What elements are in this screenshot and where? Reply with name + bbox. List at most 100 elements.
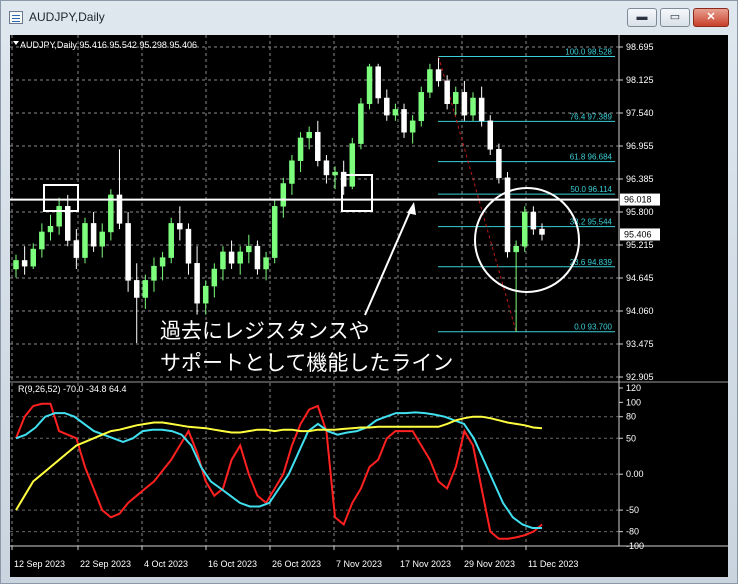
candle-body — [487, 120, 494, 150]
title-bar[interactable]: AUDJPY,Daily ▬ ▭ ✕ — [1, 1, 737, 35]
candle-body — [461, 92, 468, 116]
annotation-text-line1: 過去にレジスタンスや — [160, 319, 370, 343]
candle-body — [444, 80, 450, 104]
candle-body — [133, 280, 140, 298]
grid — [10, 35, 619, 546]
candle-body — [453, 92, 459, 104]
price-highlight-label: 95.406 — [624, 229, 652, 239]
minimize-button[interactable]: ▬ — [627, 8, 657, 27]
chart-menu-icon — [13, 41, 19, 45]
candle-body — [159, 257, 166, 267]
indicator-tick-label: 80 — [626, 412, 636, 422]
candle-body — [315, 131, 321, 161]
candle-body — [271, 206, 278, 258]
candle-body — [470, 97, 476, 116]
date-tick-label: 16 Oct 2023 — [208, 559, 257, 569]
date-tick-label: 11 Dec 2023 — [528, 559, 578, 569]
candle-body — [237, 251, 243, 264]
indicator-label: R(9,26,52) -70.0 -34.8 64.4 — [18, 384, 127, 394]
maximize-button[interactable]: ▭ — [660, 8, 690, 27]
candle-body — [177, 223, 183, 230]
candle-body — [332, 171, 338, 176]
indicator-tick-label: 50 — [626, 433, 636, 443]
candle-body — [349, 143, 356, 187]
candle-body — [263, 257, 269, 270]
candle-body — [289, 160, 295, 184]
candle-body — [384, 97, 390, 116]
price-tick-label: 92.905 — [626, 372, 654, 382]
indicator-tick-label: 0.00 — [626, 469, 644, 479]
chart-header: AUDJPY,Daily 95.416 95.542 95.298 95.406 — [20, 40, 197, 50]
close-button[interactable]: ✕ — [693, 8, 729, 27]
chart-area[interactable]: 100.0 98.528 76.4 97.389 61.8 96.684 50.0 9… — [10, 35, 728, 577]
candle-body — [435, 69, 442, 82]
candle-body — [375, 66, 381, 99]
candle-body — [56, 206, 62, 227]
price-chart-svg[interactable]: 100.0 98.528 76.4 97.389 61.8 96.684 50.0 9… — [10, 35, 728, 577]
candle-body — [478, 97, 485, 122]
pointer-arrow-line — [364, 206, 413, 316]
candle-body — [539, 228, 545, 235]
price-tick-label: 96.385 — [626, 174, 654, 184]
price-tick-label: 95.800 — [626, 207, 654, 217]
candle-body — [168, 223, 174, 258]
indicator-tick-label: -80 — [626, 527, 639, 537]
indicator-panel — [10, 381, 728, 540]
date-tick-label: 7 Nov 2023 — [336, 559, 382, 569]
candle-body — [504, 177, 511, 253]
price-tick-label: 94.645 — [626, 273, 654, 283]
candle-body — [306, 131, 312, 139]
candle-body — [323, 160, 330, 176]
date-tick-label: 4 Oct 2023 — [144, 559, 188, 569]
chart-window: AUDJPY,Daily ▬ ▭ ✕ 100.0 98.528 76.4 97.3… — [0, 0, 738, 584]
price-tick-label: 98.695 — [626, 42, 654, 52]
price-tick-label: 93.475 — [626, 339, 654, 349]
candle-body — [21, 260, 28, 267]
candlesticks — [13, 58, 545, 344]
axes: 98.695 98.125 97.540 96.955 96.385 95.800 95.2… — [10, 35, 728, 569]
candle-body — [297, 137, 304, 161]
candle-body — [409, 120, 416, 133]
fib-level-label: 61.8 96.684 — [570, 153, 613, 162]
pointer-arrow-head — [407, 202, 416, 215]
candle-body — [358, 103, 364, 144]
candle-body — [220, 251, 226, 270]
date-tick-label: 22 Sep 2023 — [80, 559, 131, 569]
candle-body — [39, 231, 45, 250]
candle-body — [151, 265, 157, 281]
date-tick-label: 26 Oct 2023 — [272, 559, 321, 569]
candle-body — [185, 228, 192, 264]
fib-level-label: 100.0 98.528 — [565, 48, 612, 57]
candle-body — [254, 245, 261, 270]
annotation-text-line2: サポートとして機能したライン — [160, 351, 454, 375]
price-tick-label: 97.540 — [626, 108, 654, 118]
candle-body — [392, 109, 399, 116]
date-tick-label: 29 Nov 2023 — [464, 559, 515, 569]
indicator-tick-label: 100 — [626, 397, 641, 407]
price-tick-label: 94.060 — [626, 306, 654, 316]
price-tick-label: 95.215 — [626, 240, 654, 250]
indicator-tick-label: -100 — [626, 541, 644, 551]
indicator-tick-label: -50 — [626, 505, 639, 515]
candle-body — [211, 268, 218, 287]
fib-level-label: 0.0 93.700 — [574, 323, 612, 332]
candle-body — [82, 223, 88, 258]
candle-body — [202, 285, 209, 304]
candle-body — [142, 280, 149, 298]
candle-body — [73, 240, 80, 258]
candle-body — [125, 223, 131, 281]
candle-body — [401, 109, 407, 133]
candle-body — [530, 211, 537, 230]
fib-level-label: 50.0 96.114 — [570, 185, 612, 194]
candle-body — [496, 149, 502, 179]
candle-body — [90, 223, 97, 247]
candle-body — [228, 251, 235, 264]
candle-body — [513, 245, 519, 253]
candle-body — [30, 248, 36, 267]
indicator-tick-label: 120 — [626, 383, 641, 393]
candle-body — [246, 245, 252, 253]
fib-level-label: 76.4 97.389 — [570, 112, 613, 121]
candle-body — [427, 69, 433, 93]
highlight-box-middle — [341, 174, 373, 212]
date-tick-label: 17 Nov 2023 — [400, 559, 451, 569]
